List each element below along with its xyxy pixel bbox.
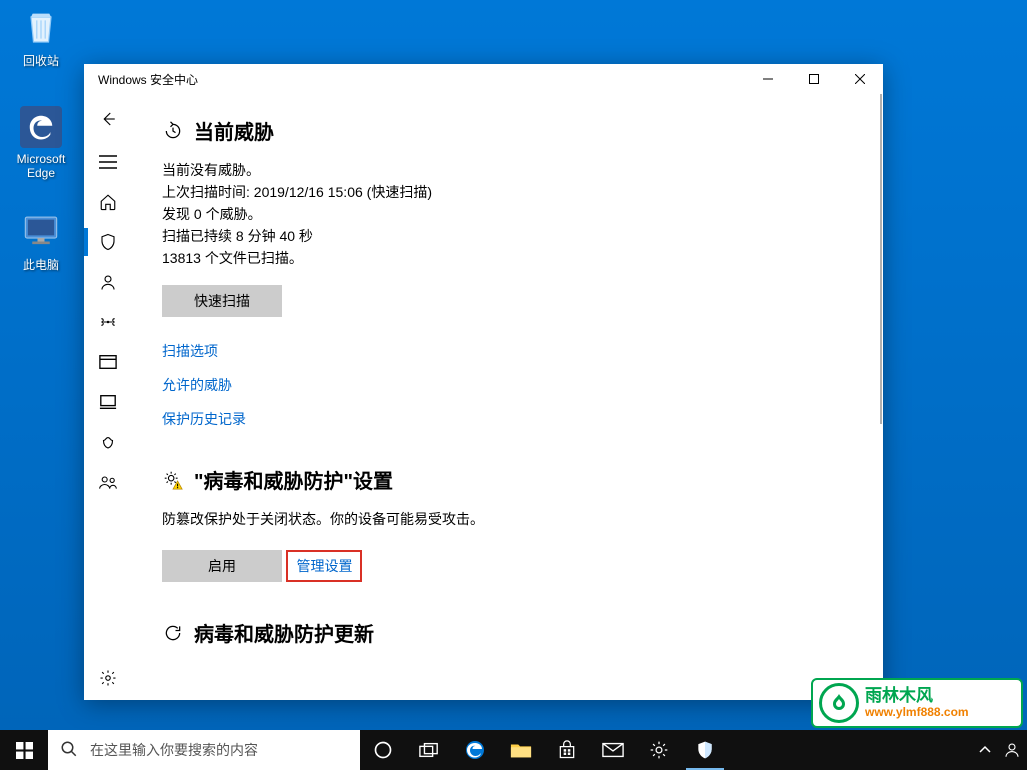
back-button[interactable] <box>84 96 132 142</box>
search-icon <box>60 740 78 761</box>
taskbar-settings-icon[interactable] <box>636 730 682 770</box>
taskbar-security-icon[interactable] <box>682 730 728 770</box>
edge-label: Microsoft Edge <box>4 152 78 180</box>
protection-settings-title: "病毒和威胁防护"设置 <box>194 465 393 494</box>
no-threats-text: 当前没有威胁。 <box>162 159 853 181</box>
current-threats-body: 当前没有威胁。 上次扫描时间: 2019/12/16 15:06 (快速扫描) … <box>162 159 853 269</box>
updates-heading: 病毒和威胁防护更新 <box>162 618 853 647</box>
family-icon[interactable] <box>84 422 132 462</box>
files-scanned-text: 13813 个文件已扫描。 <box>162 247 853 269</box>
tray-people-icon[interactable] <box>997 730 1027 770</box>
refresh-icon <box>162 622 184 644</box>
system-tray <box>973 730 1027 770</box>
threats-found-text: 发现 0 个威胁。 <box>162 203 853 225</box>
titlebar: Windows 安全中心 <box>84 64 883 94</box>
taskbar-explorer-icon[interactable] <box>498 730 544 770</box>
computer-icon <box>20 210 62 252</box>
this-pc-label: 此电脑 <box>4 256 78 273</box>
updates-section: 病毒和威胁防护更新 <box>162 618 853 647</box>
taskbar-mail-icon[interactable] <box>590 730 636 770</box>
protection-settings-section: "病毒和威胁防护"设置 防篡改保护处于关闭状态。你的设备可能易受攻击。 启用 管… <box>162 465 853 582</box>
last-scan-text: 上次扫描时间: 2019/12/16 15:06 (快速扫描) <box>162 181 853 203</box>
scan-options-link[interactable]: 扫描选项 <box>162 341 853 361</box>
settings-icon[interactable] <box>84 656 132 700</box>
home-icon[interactable] <box>84 182 132 222</box>
shield-icon[interactable] <box>84 222 132 262</box>
clock-refresh-icon <box>162 120 184 142</box>
watermark-url: www.ylmf888.com <box>865 705 969 719</box>
start-button[interactable] <box>0 730 48 770</box>
watermark-logo-icon <box>819 683 859 723</box>
watermark-badge: 雨林木风 www.ylmf888.com <box>811 678 1023 728</box>
scan-duration-text: 扫描已持续 8 分钟 40 秒 <box>162 225 853 247</box>
allowed-threats-link[interactable]: 允许的威胁 <box>162 375 853 395</box>
manage-settings-link[interactable]: 管理设置 <box>296 556 352 576</box>
scrollbar-thumb[interactable] <box>880 94 882 424</box>
window-title: Windows 安全中心 <box>98 71 745 88</box>
manage-settings-highlight: 管理设置 <box>286 550 362 582</box>
this-pc[interactable]: 此电脑 <box>4 210 78 273</box>
microsoft-edge[interactable]: Microsoft Edge <box>4 106 78 180</box>
current-threats-section: 当前威胁 当前没有威胁。 上次扫描时间: 2019/12/16 15:06 (快… <box>162 116 853 429</box>
enable-button[interactable]: 启用 <box>162 550 282 582</box>
protection-settings-desc: 防篡改保护处于关闭状态。你的设备可能易受攻击。 <box>162 508 853 530</box>
account-icon[interactable] <box>84 262 132 302</box>
search-placeholder: 在这里输入你要搜索的内容 <box>90 740 258 760</box>
cortana-icon[interactable] <box>360 730 406 770</box>
watermark-brand: 雨林木风 <box>865 687 969 705</box>
protection-settings-heading: "病毒和威胁防护"设置 <box>162 465 853 494</box>
taskbar-store-icon[interactable] <box>544 730 590 770</box>
taskbar: 在这里输入你要搜索的内容 <box>0 730 1027 770</box>
minimize-button[interactable] <box>745 64 791 94</box>
security-center-window: Windows 安全中心 <box>84 64 883 700</box>
app-browser-icon[interactable] <box>84 342 132 382</box>
tray-chevron-up-icon[interactable] <box>973 730 997 770</box>
recycle-bin-icon <box>20 6 62 48</box>
taskbar-edge-icon[interactable] <box>452 730 498 770</box>
gear-warning-icon <box>162 469 184 491</box>
device-performance-icon[interactable] <box>84 382 132 422</box>
task-view-icon[interactable] <box>406 730 452 770</box>
sidebar <box>84 94 132 700</box>
recycle-bin[interactable]: 回收站 <box>4 6 78 69</box>
protection-history-link[interactable]: 保护历史记录 <box>162 409 853 429</box>
quick-scan-button[interactable]: 快速扫描 <box>162 285 282 317</box>
firewall-icon[interactable] <box>84 302 132 342</box>
menu-icon[interactable] <box>84 142 132 182</box>
recycle-bin-label: 回收站 <box>4 52 78 69</box>
maximize-button[interactable] <box>791 64 837 94</box>
current-threats-title: 当前威胁 <box>194 116 274 145</box>
current-threats-heading: 当前威胁 <box>162 116 853 145</box>
edge-icon <box>20 106 62 148</box>
updates-title: 病毒和威胁防护更新 <box>194 618 374 647</box>
close-button[interactable] <box>837 64 883 94</box>
people-icon[interactable] <box>84 462 132 502</box>
content-pane: 当前威胁 当前没有威胁。 上次扫描时间: 2019/12/16 15:06 (快… <box>132 94 883 700</box>
taskbar-search[interactable]: 在这里输入你要搜索的内容 <box>48 730 360 770</box>
